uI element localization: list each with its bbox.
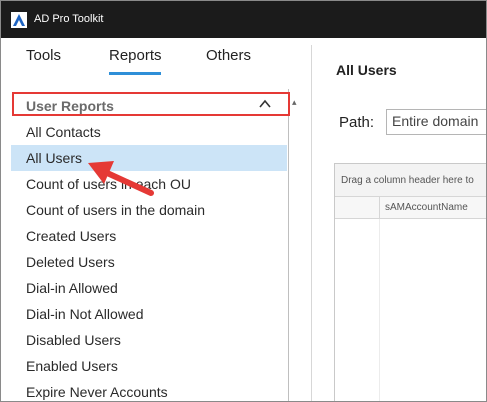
reports-sidebar: User Reports All Contacts All Users Coun…	[11, 89, 287, 401]
sidebar-scrollbar[interactable]: ▴	[288, 89, 301, 401]
group-title: User Reports	[26, 98, 114, 114]
report-item-disabled-users[interactable]: Disabled Users	[11, 327, 287, 353]
report-item-dial-in-allowed[interactable]: Dial-in Allowed	[11, 275, 287, 301]
report-item-expire-never-accounts[interactable]: Expire Never Accounts	[11, 379, 287, 401]
group-by-hint: Drag a column header here to	[341, 175, 474, 186]
active-tab-indicator	[109, 72, 161, 75]
results-grid: Drag a column header here to sAMAccountN…	[334, 163, 486, 401]
chevron-up-icon[interactable]	[259, 98, 271, 110]
tab-bar: Tools Reports Others	[1, 38, 311, 81]
column-header-row: sAMAccountName	[335, 197, 486, 219]
report-item-count-users-each-ou[interactable]: Count of users in each OU	[11, 171, 287, 197]
row-indicator-column	[335, 219, 380, 401]
report-item-count-users-domain[interactable]: Count of users in the domain	[11, 197, 287, 223]
page-title: All Users	[336, 62, 397, 78]
title-bar: AD Pro Toolkit	[1, 1, 486, 38]
path-input[interactable]: Entire domain	[386, 109, 486, 135]
report-item-created-users[interactable]: Created Users	[11, 223, 287, 249]
report-item-deleted-users[interactable]: Deleted Users	[11, 249, 287, 275]
tab-others[interactable]: Others	[206, 47, 251, 64]
column-header-samaccountname[interactable]: sAMAccountName	[385, 202, 468, 213]
app-window: AD Pro Toolkit Tools Reports Others User…	[0, 0, 487, 402]
path-label: Path:	[339, 114, 375, 131]
report-item-all-users[interactable]: All Users	[11, 145, 287, 171]
app-logo-icon	[11, 12, 27, 28]
main-panel: All Users Path: Entire domain Drag a col…	[311, 45, 486, 401]
group-header-user-reports[interactable]: User Reports	[11, 89, 287, 119]
report-list: All Contacts All Users Count of users in…	[11, 119, 287, 401]
scroll-up-icon[interactable]: ▴	[292, 97, 297, 108]
row-indicator-header	[335, 197, 380, 218]
report-item-dial-in-not-allowed[interactable]: Dial-in Not Allowed	[11, 301, 287, 327]
report-item-enabled-users[interactable]: Enabled Users	[11, 353, 287, 379]
window-title: AD Pro Toolkit	[34, 13, 104, 25]
tab-reports[interactable]: Reports	[109, 47, 162, 64]
tab-tools[interactable]: Tools	[26, 47, 61, 64]
group-by-panel[interactable]: Drag a column header here to	[335, 164, 486, 197]
report-item-all-contacts[interactable]: All Contacts	[11, 119, 287, 145]
